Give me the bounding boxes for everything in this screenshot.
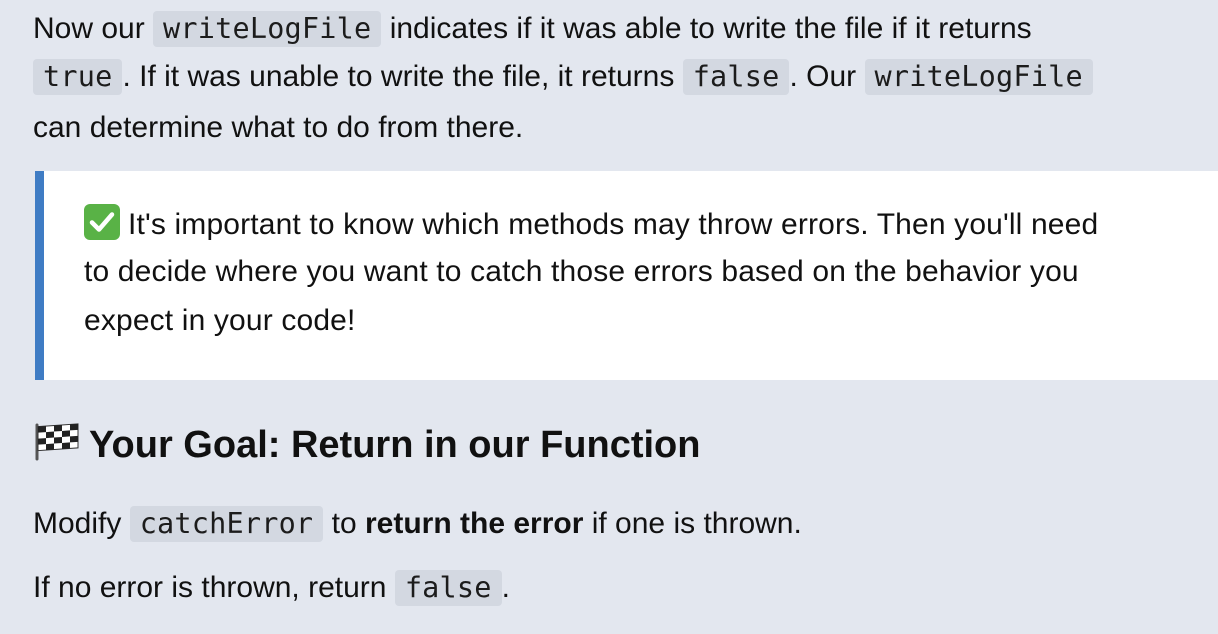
checkered-flag-icon — [33, 421, 81, 461]
callout-line-3: expect in your code! — [84, 304, 356, 337]
inline-code-writeLogFile: writeLogFile — [864, 59, 1093, 95]
goal-heading-text: Your Goal: Return in our Function — [89, 424, 701, 466]
goal-heading: Your Goal: Return in our Function — [33, 421, 700, 467]
intro-paragraph-line-1: Now our writeLogFile indicates if it was… — [33, 11, 1032, 47]
inline-code-writeLogFile: writeLogFile — [153, 11, 382, 47]
goal-emphasis: return the error — [365, 507, 584, 540]
goal-text: to — [323, 507, 365, 540]
inline-code-true: true — [33, 59, 123, 95]
inline-code-false: false — [682, 59, 790, 95]
info-callout: It's important to know which methods may… — [35, 171, 1218, 380]
lesson-content: Now our writeLogFile indicates if it was… — [0, 0, 1218, 634]
intro-text: Now our — [33, 12, 154, 45]
goal-text: . — [501, 571, 510, 604]
intro-text: indicates if it was able to write the fi… — [381, 12, 1032, 45]
inline-code-catchError: catchError — [129, 506, 324, 542]
callout-text: It's important to know which methods may… — [128, 208, 1099, 241]
intro-paragraph-line-3: can determine what to do from there. — [33, 111, 524, 144]
intro-paragraph-line-2: true. If it was unable to write the file… — [33, 59, 1093, 95]
callout-line-2: to decide where you want to catch those … — [84, 255, 1079, 288]
check-mark-icon — [84, 204, 120, 240]
callout-line-1: It's important to know which methods may… — [84, 204, 1098, 242]
goal-instruction-line-2: If no error is thrown, return false. — [33, 570, 510, 606]
goal-text: If no error is thrown, return — [33, 571, 395, 604]
goal-text: if one is thrown. — [583, 507, 802, 540]
goal-text: Modify — [33, 507, 130, 540]
goal-instruction-line-1: Modify catchError to return the error if… — [33, 506, 802, 542]
intro-text: . If it was unable to write the file, it… — [122, 60, 683, 93]
intro-text: . Our — [789, 60, 865, 93]
inline-code-false: false — [394, 570, 502, 606]
